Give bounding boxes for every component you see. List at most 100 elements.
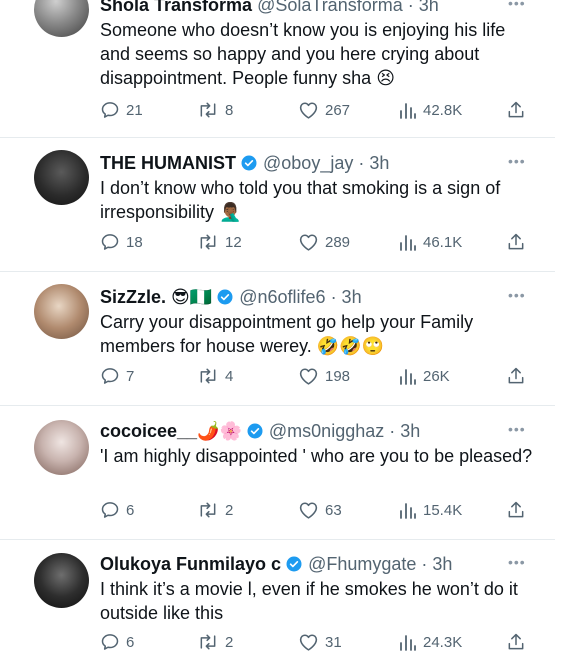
more-icon[interactable]: ••• <box>508 418 526 440</box>
views-icon <box>400 235 416 251</box>
reply-icon <box>101 634 119 650</box>
tweet-actions: 6 2 31 24.3K <box>100 630 540 654</box>
share-button[interactable] <box>506 364 526 388</box>
repost-count: 8 <box>225 101 234 119</box>
like-icon <box>299 102 318 119</box>
views-button[interactable]: 15.4K <box>399 498 462 522</box>
tweet[interactable]: THE HUMANIST @oboy_jay · 3h ••• I don’t … <box>0 150 555 260</box>
divider <box>0 271 555 272</box>
like-count: 267 <box>325 101 351 119</box>
tweet-text: Carry your disappointment go help your F… <box>100 312 474 356</box>
share-button[interactable] <box>506 98 526 122</box>
tweet[interactable]: cocoicee__🌶️🌸 @ms0nigghaz · 3h ••• 'I am… <box>0 418 555 528</box>
author-name[interactable]: cocoicee__🌶️🌸 <box>100 421 242 441</box>
avatar[interactable] <box>34 150 89 205</box>
repost-icon <box>200 634 216 650</box>
more-icon[interactable]: ••• <box>508 551 526 573</box>
avatar[interactable] <box>34 0 89 37</box>
author-name[interactable]: SizZzle. 😎🇳🇬 <box>100 287 212 307</box>
avatar[interactable] <box>34 420 89 475</box>
avatar[interactable] <box>34 284 89 339</box>
share-icon <box>508 101 524 118</box>
repost-count: 2 <box>225 633 234 651</box>
repost-count: 12 <box>225 233 242 251</box>
views-icon <box>400 635 416 651</box>
reply-count: 18 <box>126 233 143 251</box>
author-handle[interactable]: @n6oflife6 <box>239 287 325 307</box>
reply-button[interactable]: 18 <box>100 230 143 254</box>
views-count: 24.3K <box>423 633 463 651</box>
tweet-time[interactable]: · 3h <box>408 0 439 15</box>
views-button[interactable]: 24.3K <box>399 630 462 654</box>
reply-count: 7 <box>126 367 135 385</box>
like-count: 63 <box>325 501 342 519</box>
more-icon[interactable]: ••• <box>508 284 526 306</box>
like-button[interactable]: 289 <box>298 230 350 254</box>
reply-count: 21 <box>126 101 143 119</box>
like-icon <box>299 234 318 251</box>
views-count: 46.1K <box>423 233 463 251</box>
more-icon[interactable]: ••• <box>508 150 526 172</box>
tweet-text: 'I am highly disappointed ' who are you … <box>100 446 533 466</box>
author-handle[interactable]: @oboy_jay <box>263 153 353 173</box>
reply-icon <box>101 234 119 250</box>
tweet-actions: 6 2 63 15.4K <box>100 498 540 522</box>
share-button[interactable] <box>506 498 526 522</box>
more-icon[interactable]: ••• <box>508 0 526 14</box>
tweet[interactable]: SizZzle. 😎🇳🇬 @n6oflife6 · 3h ••• Carry y… <box>0 284 555 394</box>
reply-icon <box>101 368 119 384</box>
author-name[interactable]: THE HUMANIST <box>100 153 236 173</box>
author-handle[interactable]: @ms0nigghaz <box>269 421 384 441</box>
views-button[interactable]: 46.1K <box>399 230 462 254</box>
reply-icon <box>101 102 119 118</box>
share-button[interactable] <box>506 230 526 254</box>
divider <box>0 137 555 138</box>
avatar[interactable] <box>34 553 89 608</box>
like-icon <box>299 634 318 651</box>
tweet-time: · 3h <box>389 421 421 441</box>
reply-button[interactable]: 6 <box>100 630 134 654</box>
share-icon <box>508 633 524 650</box>
repost-button[interactable]: 2 <box>197 498 233 522</box>
tweet-actions: 21 8 267 42.8K <box>100 98 540 122</box>
reply-count: 6 <box>126 501 135 519</box>
author-name[interactable]: Olukoya Funmilayo c <box>100 554 281 574</box>
reply-button[interactable]: 6 <box>100 498 134 522</box>
tweet-actions: 7 4 198 26K <box>100 364 540 388</box>
repost-button[interactable]: 12 <box>197 230 242 254</box>
views-count: 15.4K <box>423 501 463 519</box>
share-icon <box>508 233 524 250</box>
views-button[interactable]: 26K <box>399 364 450 388</box>
repost-button[interactable]: 2 <box>197 630 233 654</box>
views-count: 26K <box>423 367 450 385</box>
reply-icon <box>101 502 119 518</box>
views-icon <box>400 103 416 119</box>
tweet[interactable]: Shola Transforma @SolaTransforma · 3h ••… <box>0 0 555 128</box>
author-handle[interactable]: @Fhumygate <box>308 554 416 574</box>
tweet-text: I think it’s a movie l, even if he smoke… <box>100 579 518 623</box>
tweet-actions: 18 12 289 46.1K <box>100 230 540 254</box>
like-button[interactable]: 198 <box>298 364 350 388</box>
reply-button[interactable]: 21 <box>100 98 143 122</box>
like-button[interactable]: 63 <box>298 498 342 522</box>
share-icon <box>508 367 524 384</box>
author-handle[interactable]: @SolaTransforma <box>257 0 403 15</box>
like-button[interactable]: 267 <box>298 98 350 122</box>
author-name[interactable]: Shola Transforma <box>100 0 252 15</box>
reply-count: 6 <box>126 633 135 651</box>
tweet[interactable]: Olukoya Funmilayo c @Fhumygate · 3h ••• … <box>0 551 555 661</box>
verified-badge-icon <box>286 556 302 572</box>
like-count: 198 <box>325 367 351 385</box>
views-button[interactable]: 42.8K <box>399 98 462 122</box>
like-button[interactable]: 31 <box>298 630 342 654</box>
like-icon <box>299 502 318 519</box>
reply-button[interactable]: 7 <box>100 364 134 388</box>
share-button[interactable] <box>506 630 526 654</box>
like-count: 289 <box>325 233 351 251</box>
repost-button[interactable]: 8 <box>197 98 233 122</box>
divider <box>0 405 555 406</box>
tweet-time: · 3h <box>358 153 390 173</box>
verified-badge-icon <box>241 155 257 171</box>
repost-button[interactable]: 4 <box>197 364 233 388</box>
verified-badge-icon <box>217 289 233 305</box>
